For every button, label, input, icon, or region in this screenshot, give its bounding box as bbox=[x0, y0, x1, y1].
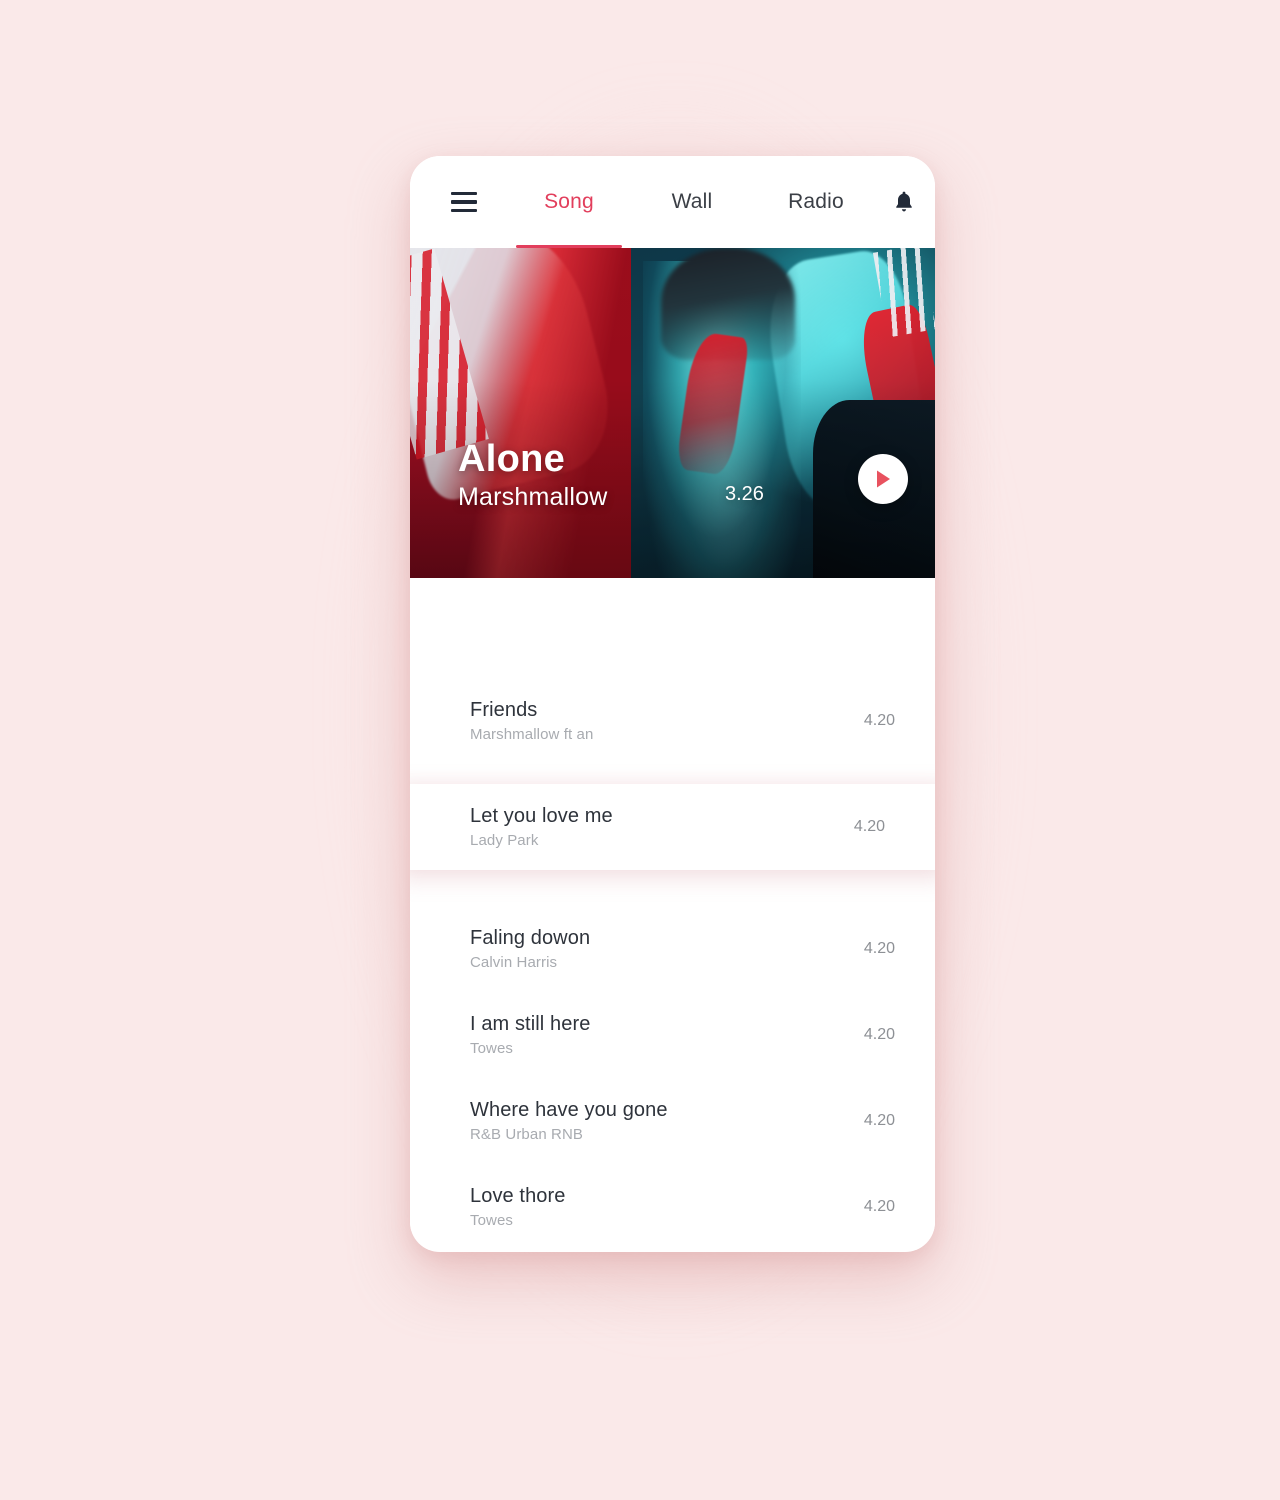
song-list: Friends Marshmallow ft an 4.20 Let you l… bbox=[410, 578, 935, 1250]
tab-wall[interactable]: Wall bbox=[630, 156, 754, 248]
song-info: I am still here Towes bbox=[470, 1013, 590, 1057]
song-duration: 4.20 bbox=[863, 712, 895, 729]
song-artist: Marshmallow ft an bbox=[470, 726, 594, 743]
album-artwork bbox=[410, 248, 935, 578]
song-artist: Calvin Harris bbox=[470, 954, 558, 971]
table-row[interactable]: Let you love me Lady Park 4.20 bbox=[410, 784, 935, 870]
song-title: Love thore bbox=[470, 1185, 566, 1207]
song-info: Let you love me Lady Park bbox=[470, 805, 613, 849]
table-row[interactable]: Faling dowon Calvin Harris 4.20 bbox=[410, 906, 935, 992]
song-artist: Lady Park bbox=[470, 832, 539, 849]
song-info: Love thore Towes bbox=[470, 1185, 566, 1229]
song-info: Where have you gone R&B Urban RNB bbox=[470, 1099, 668, 1143]
song-title: Let you love me bbox=[470, 805, 613, 827]
hamburger-menu-icon[interactable] bbox=[442, 180, 486, 224]
table-row[interactable]: Where have you gone R&B Urban RNB 4.20 bbox=[410, 1078, 935, 1164]
table-row[interactable]: Friends Marshmallow ft an 4.20 bbox=[410, 678, 935, 764]
play-button[interactable] bbox=[858, 454, 908, 504]
artwork-scrim bbox=[410, 248, 935, 578]
now-playing-title: Alone bbox=[458, 438, 566, 481]
song-duration: 4.20 bbox=[863, 940, 895, 957]
song-artist: Towes bbox=[470, 1040, 514, 1057]
song-duration: 4.20 bbox=[863, 1198, 895, 1215]
now-playing-hero: Alone Marshmallow 3.26 bbox=[410, 248, 935, 578]
tab-radio-label: Radio bbox=[788, 190, 844, 213]
song-info: Faling dowon Calvin Harris bbox=[470, 927, 590, 971]
song-artist: Towes bbox=[470, 1212, 514, 1229]
song-duration: 4.20 bbox=[863, 1112, 895, 1129]
hamburger-bar bbox=[451, 208, 477, 213]
song-artist: R&B Urban RNB bbox=[470, 1126, 584, 1143]
table-row[interactable]: I am still here Towes 4.20 bbox=[410, 992, 935, 1078]
tab-radio[interactable]: Radio bbox=[754, 156, 878, 248]
now-playing-duration: 3.26 bbox=[725, 483, 764, 505]
song-info: Friends Marshmallow ft an bbox=[470, 699, 593, 743]
screenshot-stage: Song Wall Radio Alone Marshmallow 3.26 F… bbox=[0, 0, 1280, 1500]
song-title: I am still here bbox=[470, 1013, 591, 1035]
tab-song[interactable]: Song bbox=[508, 156, 630, 248]
tab-song-label: Song bbox=[544, 190, 594, 213]
app-header: Song Wall Radio bbox=[410, 156, 935, 248]
now-playing-meta: Alone Marshmallow bbox=[458, 438, 608, 512]
table-row[interactable]: Love thore Towes 4.20 bbox=[410, 1164, 935, 1250]
now-playing-artist: Marshmallow bbox=[458, 483, 608, 511]
song-duration: 4.20 bbox=[853, 818, 885, 835]
song-title: Faling dowon bbox=[470, 927, 591, 949]
song-title: Where have you gone bbox=[470, 1099, 668, 1121]
phone-mockup: Song Wall Radio Alone Marshmallow 3.26 F… bbox=[410, 156, 935, 1252]
tab-wall-label: Wall bbox=[671, 190, 713, 213]
hamburger-bar bbox=[451, 200, 477, 204]
song-duration: 4.20 bbox=[863, 1026, 895, 1043]
hamburger-bar bbox=[451, 191, 477, 196]
tab-bar: Song Wall Radio bbox=[486, 156, 878, 248]
bell-icon[interactable] bbox=[878, 176, 930, 228]
song-title: Friends bbox=[470, 699, 538, 721]
